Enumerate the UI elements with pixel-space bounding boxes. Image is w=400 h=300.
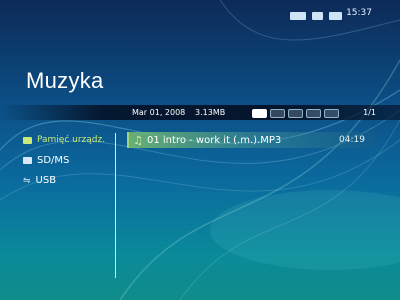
- sidebar-item-usb[interactable]: ⇋ USB: [23, 175, 56, 186]
- sidebar-item-sdms[interactable]: SD/MS: [23, 155, 69, 166]
- track-duration: 04:19: [339, 135, 365, 145]
- track-name: 01 intro - work it (.m.).MP3: [147, 134, 282, 146]
- usb-icon: ⇋: [23, 175, 31, 186]
- file-date: Mar 01, 2008: [132, 108, 186, 117]
- battery-icon: [329, 12, 342, 20]
- sidebar-item-memory[interactable]: Pamięć urządz.: [23, 135, 105, 145]
- card-icon: [23, 157, 32, 164]
- shuffle-icon: [270, 108, 285, 118]
- bookmark-icon: [324, 108, 339, 118]
- column-divider: [115, 133, 116, 278]
- playback-mode-icons: [252, 108, 339, 118]
- card-icon: [312, 12, 323, 20]
- track-row[interactable]: ♫ 01 intro - work it (.m.).MP3 04:19: [127, 132, 377, 148]
- music-note-icon: ♫: [133, 133, 143, 147]
- page-title: Muzyka: [26, 68, 104, 93]
- status-bar: [290, 9, 400, 23]
- sidebar-item-label: USB: [35, 175, 57, 186]
- play-mode-icon: [252, 108, 267, 118]
- eq-icon: [306, 108, 321, 118]
- connection-icon: [290, 12, 306, 20]
- file-size: 3.13MB: [195, 108, 226, 117]
- sidebar-item-label: SD/MS: [37, 155, 70, 166]
- page-counter: 1/1: [363, 108, 376, 117]
- clock: 15:37: [346, 8, 372, 18]
- sidebar-item-label: Pamięć urządz.: [37, 135, 106, 145]
- background-waves: [0, 0, 400, 300]
- repeat-icon: [288, 108, 303, 118]
- memory-icon: [23, 136, 32, 144]
